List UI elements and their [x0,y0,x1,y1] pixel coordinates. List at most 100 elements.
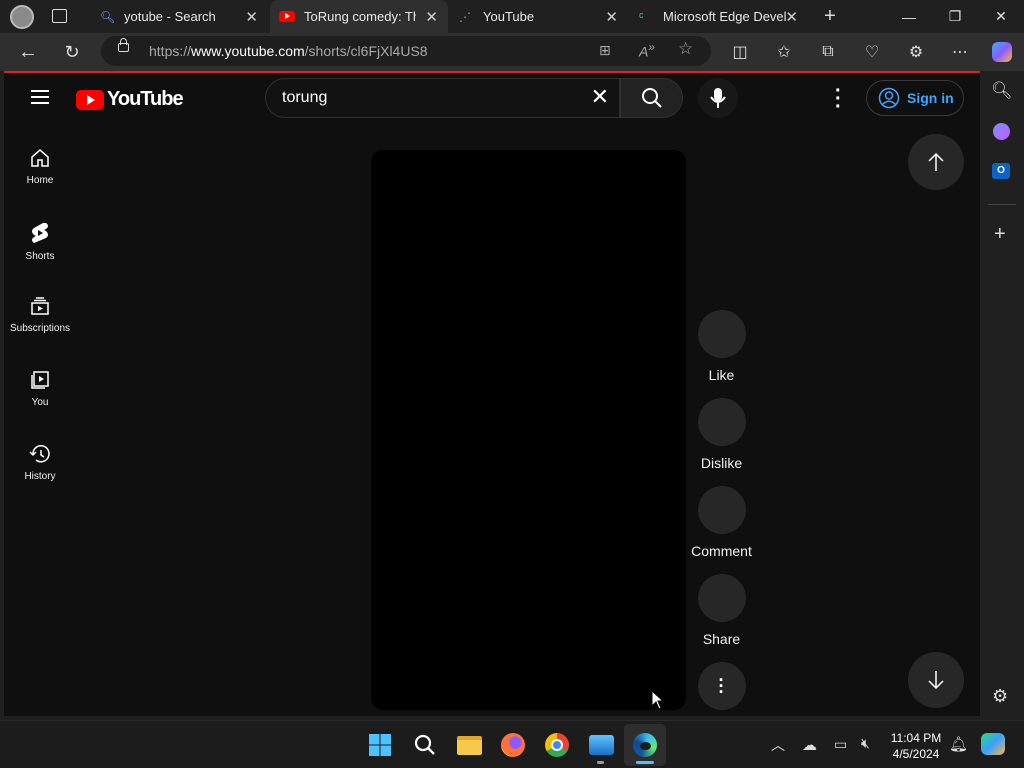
close-tab-icon[interactable]: ✕ [425,8,438,26]
shorts-video-player[interactable] [371,150,686,710]
youtube-logo-icon [76,89,104,110]
close-tab-icon[interactable]: ✕ [605,8,618,26]
more-menu-icon[interactable]: ⋯ [948,40,972,64]
browser-essentials-icon[interactable]: ♡ [860,40,884,64]
sign-in-button[interactable]: Sign in [866,80,964,116]
subscriptions-icon [31,297,49,315]
profile-avatar[interactable] [10,5,34,29]
running-indicator [597,761,604,764]
active-indicator [636,761,654,764]
onedrive-icon[interactable]: ☁ [802,736,817,754]
youtube-logo-text: YouTube [107,88,184,110]
nav-you[interactable]: You [4,370,76,440]
address-bar[interactable]: https://www.youtube.com/shorts/cl6FjXl4U… [101,36,711,66]
nav-history[interactable]: History [4,444,76,514]
share-icon[interactable] [697,574,746,622]
like-icon[interactable] [697,310,746,358]
sidebar-search-icon[interactable]: 🔍︎ [991,81,1013,101]
close-tab-icon[interactable]: ✕ [785,8,798,26]
new-tab-button[interactable]: + [818,4,842,28]
chrome-icon[interactable] [543,731,571,759]
loading-icon: ⋰ [459,9,471,24]
nav-label: History [24,471,56,482]
nav-subscriptions[interactable]: Subscriptions [4,296,76,366]
share-label: Share [702,631,741,647]
account-icon [878,87,900,109]
arrow-down-icon [928,671,944,690]
minimize-button[interactable]: — [886,0,932,33]
nav-home[interactable]: Home [4,148,76,218]
search-input[interactable]: torung ✕ [265,78,620,118]
add-sidebar-app-icon[interactable]: + [994,223,1006,246]
split-screen-icon[interactable]: ◫ [728,40,752,64]
more-actions-button[interactable]: · · · [684,662,759,710]
comment-icon[interactable] [697,486,746,534]
nav-shorts[interactable]: Shorts [4,222,76,292]
store-app-icon[interactable] [587,731,615,759]
tab-actions-icon[interactable] [52,9,67,23]
share-button[interactable]: Share [684,574,759,647]
microphone-icon [710,88,726,108]
nav-label: Home [26,175,54,186]
firefox-icon[interactable] [499,731,527,759]
search-button[interactable] [620,78,683,118]
read-aloud-icon[interactable]: A» [639,41,655,60]
tab-label: Microsoft Edge Devel [663,9,787,24]
voice-search-button[interactable] [698,78,738,118]
tab-torung[interactable]: ToRung comedy: The ✕ [270,0,448,33]
tab-label: YouTube [483,9,535,24]
tab-youtube[interactable]: ⋰ YouTube ✕ [450,0,628,33]
comment-button[interactable]: Comment [684,486,759,559]
settings-more-icon[interactable]: · · · [835,81,842,117]
clear-search-icon[interactable]: ✕ [591,84,609,110]
display-icon[interactable]: ▭ [834,736,847,753]
comment-label: Comment [691,543,752,559]
nav-label: You [31,397,49,408]
copilot-icon[interactable] [990,40,1014,64]
close-tab-icon[interactable]: ✕ [245,8,258,26]
like-label: Like [708,367,735,383]
url-host: www.youtube.com [191,43,305,59]
clock-date: 4/5/2024 [892,747,940,761]
tab-search[interactable]: 🔍︎ yotube - Search ✕ [90,0,268,33]
back-button[interactable]: ← [16,40,40,64]
refresh-button[interactable]: ↻ [60,40,84,64]
search-icon: 🔍︎ [100,9,116,24]
show-hidden-icons-icon[interactable]: ︿ [771,735,785,755]
collections-icon[interactable]: ⧉ [816,40,840,64]
url-scheme: https:// [149,43,192,59]
app-available-icon[interactable]: ⊞ [599,42,611,59]
tab-strip: 🔍︎ yotube - Search ✕ ToRung comedy: The … [0,0,1024,33]
dislike-icon[interactable] [697,398,746,446]
search-query: torung [282,89,328,106]
more-vert-icon[interactable]: · · · [697,662,746,710]
tab-edge-dev[interactable]: ᶜ Microsoft Edge Devel ✕ [630,0,808,33]
sidebar-divider [988,204,1016,205]
sidebar-settings-icon[interactable]: ⚙ [992,686,1008,707]
windows-start-icon[interactable] [366,731,394,759]
sidebar-copilot-icon[interactable] [993,123,1010,140]
notification-bell-icon[interactable]: 🔔︎ [949,735,968,753]
edge-icon[interactable] [631,731,659,759]
copilot-pre-icon[interactable] [981,733,1005,755]
file-explorer-icon[interactable] [455,731,483,759]
volume-muted-icon[interactable]: 🔇︎ [861,735,870,752]
lock-shackle-icon [120,38,127,45]
dislike-button[interactable]: Dislike [684,398,759,471]
outlook-icon[interactable]: O [992,163,1010,179]
url-path: /shorts/cl6FjXl4US8 [304,43,428,59]
system-clock[interactable]: 11:04 PM 4/5/2024 [884,730,948,762]
taskbar-search-icon[interactable] [411,731,439,759]
hamburger-menu-icon[interactable] [31,90,49,104]
youtube-logo[interactable]: YouTube [76,88,184,111]
next-short-button[interactable] [908,652,964,708]
favorite-star-icon[interactable]: ☆ [678,39,693,59]
close-window-button[interactable]: ✕ [978,0,1024,33]
favorites-icon[interactable]: ✩ [772,40,796,64]
restore-button[interactable]: ❐ [932,0,978,33]
arrow-up-icon [928,152,944,171]
extensions-icon[interactable]: ⚙ [904,40,928,64]
youtube-page: YouTube torung ✕ · · · Sign in Home Shorts… [4,71,980,716]
like-button[interactable]: Like [684,310,759,383]
previous-short-button[interactable] [908,134,964,190]
